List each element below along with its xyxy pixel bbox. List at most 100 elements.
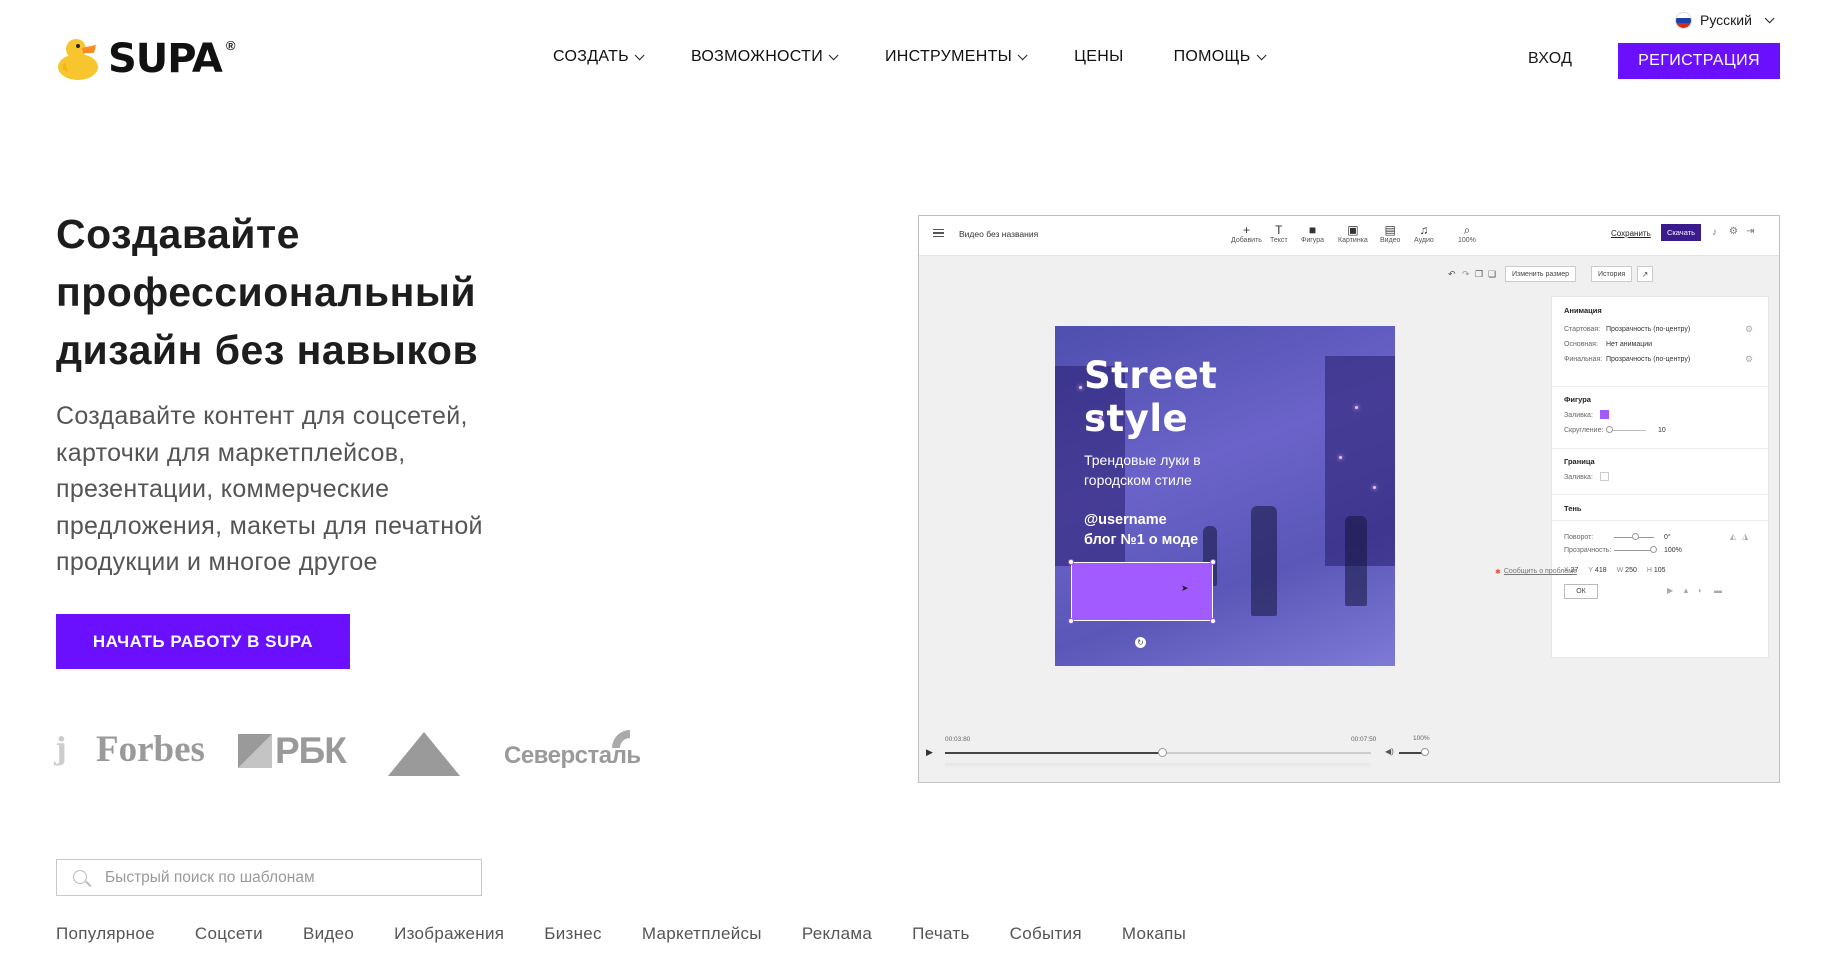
nav-tools[interactable]: ИНСТРУМЕНТЫ (885, 48, 1028, 66)
play-icon[interactable]: ▶ (1667, 586, 1673, 595)
anim-main-select[interactable]: Нет анимации (1606, 341, 1652, 348)
nav-pricing[interactable]: ЦЕНЫ (1074, 48, 1123, 66)
animation-title[interactable]: Анимация (1564, 306, 1602, 315)
opacity-slider[interactable] (1614, 550, 1654, 551)
shape-title[interactable]: Фигура (1564, 395, 1591, 404)
slider-thumb[interactable] (1606, 426, 1613, 433)
slider-thumb[interactable] (1632, 533, 1639, 540)
border-title[interactable]: Граница (1564, 457, 1595, 466)
template-search[interactable]: Быстрый поиск по шаблонам (56, 859, 482, 896)
flip-horizontal-icon[interactable]: ◮ (1742, 532, 1748, 541)
tool-label: 100% (1458, 237, 1476, 244)
download-button[interactable]: Скачать (1661, 224, 1701, 241)
history-button[interactable]: История (1591, 266, 1633, 282)
canvas-username[interactable]: @username блог №1 о моде (1084, 510, 1198, 550)
tool-video[interactable]: ▤ Видео (1380, 224, 1400, 245)
timeline-thumb[interactable] (1158, 748, 1168, 757)
tool-shape[interactable]: ■ Фигура (1301, 223, 1324, 245)
redo-icon[interactable]: ↷ (1462, 269, 1470, 280)
category-tab[interactable]: Соцсети (195, 924, 263, 944)
start-button[interactable]: НАЧАТЬ РАБОТУ В SUPA (56, 614, 350, 669)
lock-icon[interactable]: ▲ (1682, 586, 1690, 595)
forbes-logo: Forbes (96, 729, 205, 770)
coord-value: 105 (1653, 567, 1666, 574)
language-label: Русский (1700, 12, 1752, 28)
flip-icon[interactable]: ◭ (1730, 532, 1736, 541)
subtitle-line: Создавайте контент для соцсетей, (56, 402, 468, 430)
anim-end-select[interactable]: Прозрачность (по-центру) (1606, 356, 1690, 363)
properties-panel: Анимация Стартовая: Прозрачность (по-цен… (1551, 296, 1770, 658)
total-time: 00:07:50 (1351, 736, 1377, 743)
tool-zoom[interactable]: ⌕ 100% (1458, 224, 1476, 245)
timeline-scroll-shadow (945, 763, 1371, 769)
timeline-progress (945, 752, 1163, 754)
tool-label: Фигура (1301, 237, 1324, 244)
gear-icon[interactable]: ⚙ (1729, 226, 1738, 237)
shape-icon: ■ (1308, 223, 1317, 237)
exit-icon[interactable]: ⇥ (1746, 226, 1754, 237)
border-fill-swatch[interactable] (1600, 472, 1609, 481)
search-placeholder: Быстрый поиск по шаблонам (105, 868, 315, 886)
street-light (1355, 406, 1358, 409)
category-tab[interactable]: Мокапы (1122, 924, 1186, 944)
category-tab[interactable]: Популярное (56, 924, 155, 944)
category-tab[interactable]: Видео (303, 924, 354, 944)
resize-handle[interactable] (1068, 618, 1074, 624)
play-icon[interactable]: ▶ (926, 747, 933, 758)
category-tab[interactable]: Печать (912, 924, 970, 944)
tool-add[interactable]: + Добавить (1231, 224, 1262, 245)
shadow-title[interactable]: Тень (1564, 504, 1582, 513)
selected-shape[interactable] (1071, 562, 1213, 621)
ok-button[interactable]: ОК (1564, 584, 1598, 599)
supa-logo[interactable]: SUPA ® (56, 36, 235, 82)
paste-icon[interactable]: ❏ (1488, 269, 1496, 280)
language-selector[interactable]: Русский (1675, 10, 1775, 30)
bell-icon[interactable]: ♪ (1712, 227, 1717, 238)
nav-create[interactable]: СОЗДАТЬ (553, 48, 645, 66)
external-link-icon[interactable]: ↗ (1637, 266, 1653, 282)
save-link[interactable]: Сохранить (1611, 229, 1651, 238)
editor-preview: Видео без названия + Добавить T Текст ■ Фиг… (918, 215, 1780, 783)
gear-icon[interactable]: ⚙ (1745, 354, 1753, 365)
tool-image[interactable]: ▣ Картинка (1338, 224, 1368, 245)
trash-icon[interactable]: ▬ (1714, 586, 1722, 595)
nav-help[interactable]: ПОМОЩЬ (1174, 48, 1267, 66)
report-link[interactable]: ✱ Сообщить о проблеме (1495, 568, 1577, 576)
anim-start-select[interactable]: Прозрачность (по-центру) (1606, 326, 1690, 333)
category-tab[interactable]: Бизнес (544, 924, 602, 944)
category-tab[interactable]: Изображения (394, 924, 504, 944)
coord-w[interactable]: W 250 (1617, 567, 1637, 574)
headline-line: дизайн без навыков (56, 327, 479, 373)
coord-y[interactable]: Y 418 (1588, 567, 1606, 574)
hamburger-icon[interactable] (933, 229, 944, 237)
slider-thumb[interactable] (1421, 748, 1429, 756)
category-tab[interactable]: События (1010, 924, 1082, 944)
category-tab[interactable]: Маркетплейсы (642, 924, 762, 944)
resize-handle[interactable] (1068, 559, 1074, 565)
category-tab[interactable]: Реклама (802, 924, 872, 944)
tool-audio[interactable]: ♫ Аудио (1414, 224, 1434, 245)
tool-text[interactable]: T Текст (1270, 224, 1288, 245)
gear-icon[interactable]: ⚙ (1745, 324, 1753, 335)
register-button[interactable]: РЕГИСТРАЦИЯ (1618, 43, 1780, 79)
anim-start-label: Стартовая: (1564, 326, 1601, 333)
fill-swatch[interactable] (1600, 410, 1609, 419)
document-title[interactable]: Видео без названия (959, 229, 1038, 239)
resize-button[interactable]: Изменить размер (1505, 266, 1577, 282)
nav-features[interactable]: ВОЗМОЖНОСТИ (691, 48, 839, 66)
volume-icon[interactable]: ◀) (1385, 747, 1394, 756)
coord-axis: W (1616, 567, 1624, 574)
tool-label: Аудио (1414, 237, 1434, 244)
resize-handle[interactable] (1210, 559, 1216, 565)
rotate-handle-icon[interactable]: ↻ (1135, 637, 1146, 648)
resize-handle[interactable] (1210, 618, 1216, 624)
login-link[interactable]: ВХОД (1528, 50, 1572, 68)
undo-icon[interactable]: ↶ (1448, 269, 1456, 280)
copy-icon[interactable]: ❐ (1475, 269, 1483, 280)
slider-thumb[interactable] (1650, 546, 1657, 553)
design-canvas[interactable]: Street style Трендовые луки в городском … (1055, 326, 1395, 666)
hide-icon[interactable]: ◐ (1698, 586, 1703, 595)
canvas-subtitle[interactable]: Трендовые луки в городском стиле (1084, 450, 1201, 490)
canvas-title[interactable]: Street style (1084, 354, 1217, 440)
coord-h[interactable]: H 105 (1647, 567, 1666, 574)
